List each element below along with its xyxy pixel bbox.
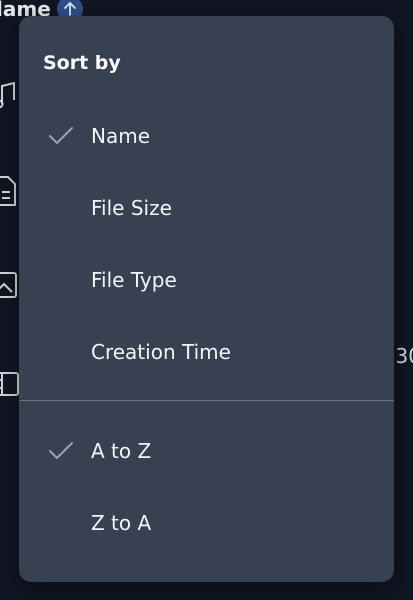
film-icon: [0, 372, 19, 396]
sort-option-name[interactable]: Name: [19, 108, 394, 164]
order-option-label: Z to A: [91, 511, 152, 535]
sort-option-label: File Type: [91, 268, 177, 292]
image-icon: [0, 272, 17, 298]
menu-divider: [19, 400, 394, 401]
sort-option-label: File Size: [91, 196, 172, 220]
sort-option-creation-time[interactable]: Creation Time: [19, 324, 394, 380]
background-value-text: 30: [395, 344, 413, 368]
sort-option-file-size[interactable]: File Size: [19, 180, 394, 236]
arrow-up-icon: [63, 2, 76, 16]
order-option-a-to-z[interactable]: A to Z: [19, 423, 394, 479]
document-icon: [0, 176, 16, 206]
sort-menu: Sort by Name File Size File Type Creatio…: [19, 16, 394, 582]
sort-option-label: Name: [91, 124, 151, 148]
order-option-z-to-a[interactable]: Z to A: [19, 495, 394, 551]
music-icon: [0, 81, 15, 109]
sort-option-file-type[interactable]: File Type: [19, 252, 394, 308]
check-icon: [49, 442, 73, 459]
menu-title: Sort by: [43, 52, 121, 74]
sort-option-label: Creation Time: [91, 340, 231, 364]
order-option-label: A to Z: [91, 439, 152, 463]
check-icon: [49, 127, 73, 144]
